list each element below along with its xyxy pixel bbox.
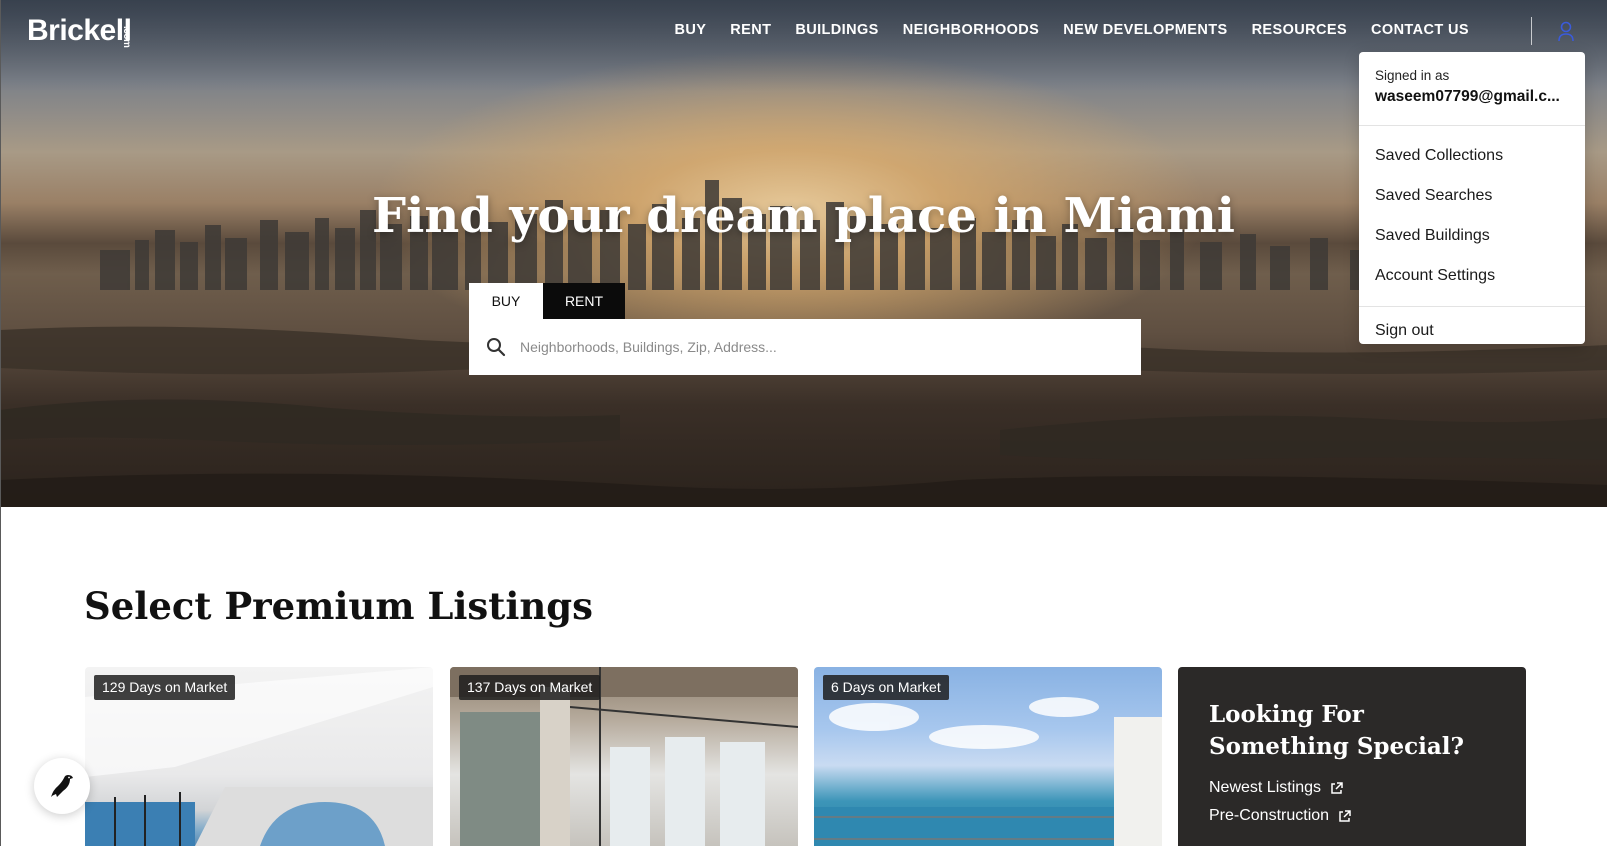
logo-suffix: .com [121, 26, 133, 48]
account-menu: Signed in as waseem07799@gmail.c... Save… [1359, 52, 1585, 344]
brickell-logo[interactable]: Brickell.com [27, 14, 154, 48]
chat-widget-button[interactable] [34, 758, 90, 814]
menu-saved-searches[interactable]: Saved Searches [1359, 176, 1585, 216]
listing-card[interactable]: 129 Days on Market [85, 667, 433, 846]
section-title: Select Premium Listings [84, 584, 594, 628]
newest-listings-link[interactable]: Newest Listings [1209, 779, 1495, 797]
menu-saved-buildings[interactable]: Saved Buildings [1359, 216, 1585, 256]
search-input[interactable] [520, 339, 1120, 355]
promo-card: Looking For Something Special? Newest Li… [1178, 667, 1526, 846]
nav-resources[interactable]: RESOURCES [1252, 22, 1347, 38]
external-link-icon [1331, 781, 1343, 794]
pre-construction-link[interactable]: Pre-Construction [1209, 807, 1495, 825]
bird-icon [51, 775, 73, 797]
nav-rent[interactable]: RENT [730, 22, 771, 38]
signed-in-label: Signed in as [1375, 68, 1450, 83]
external-link-icon [1339, 809, 1351, 822]
search-icon [487, 338, 506, 357]
menu-account-settings[interactable]: Account Settings [1359, 256, 1585, 296]
nav-new-developments[interactable]: NEW DEVELOPMENTS [1063, 22, 1227, 38]
account-menu-items: Saved Collections Saved Searches Saved B… [1359, 126, 1585, 307]
newest-listings-label: Newest Listings [1209, 779, 1322, 796]
main-nav: BUY RENT BUILDINGS NEIGHBORHOODS NEW DEV… [674, 22, 1469, 38]
nav-contact-us[interactable]: CONTACT US [1371, 22, 1469, 38]
menu-saved-collections[interactable]: Saved Collections [1359, 136, 1585, 176]
days-on-market-badge: 6 Days on Market [823, 675, 949, 700]
listing-card[interactable]: 137 Days on Market [450, 667, 798, 846]
pre-construction-label: Pre-Construction [1209, 807, 1330, 824]
days-on-market-badge: 129 Days on Market [94, 675, 236, 700]
search-bar [469, 319, 1141, 375]
promo-title: Looking For Something Special? [1209, 701, 1464, 760]
signed-in-block: Signed in as waseem07799@gmail.c... [1359, 52, 1585, 126]
days-on-market-badge: 137 Days on Market [459, 675, 601, 700]
nav-buildings[interactable]: BUILDINGS [795, 22, 878, 38]
window-edge [0, 0, 1, 846]
tab-buy[interactable]: BUY [469, 283, 543, 319]
account-email: waseem07799@gmail.c... [1375, 88, 1560, 105]
tab-rent[interactable]: RENT [543, 283, 625, 319]
nav-divider [1531, 17, 1532, 45]
nav-buy[interactable]: BUY [674, 22, 706, 38]
nav-neighborhoods[interactable]: NEIGHBORHOODS [903, 22, 1040, 38]
sign-out-button[interactable]: Sign out [1359, 307, 1585, 355]
listing-card[interactable]: 6 Days on Market [814, 667, 1162, 846]
user-icon[interactable] [1556, 20, 1576, 42]
search-tabs: BUY RENT [469, 283, 625, 319]
logo-text: Brickell [27, 14, 132, 47]
